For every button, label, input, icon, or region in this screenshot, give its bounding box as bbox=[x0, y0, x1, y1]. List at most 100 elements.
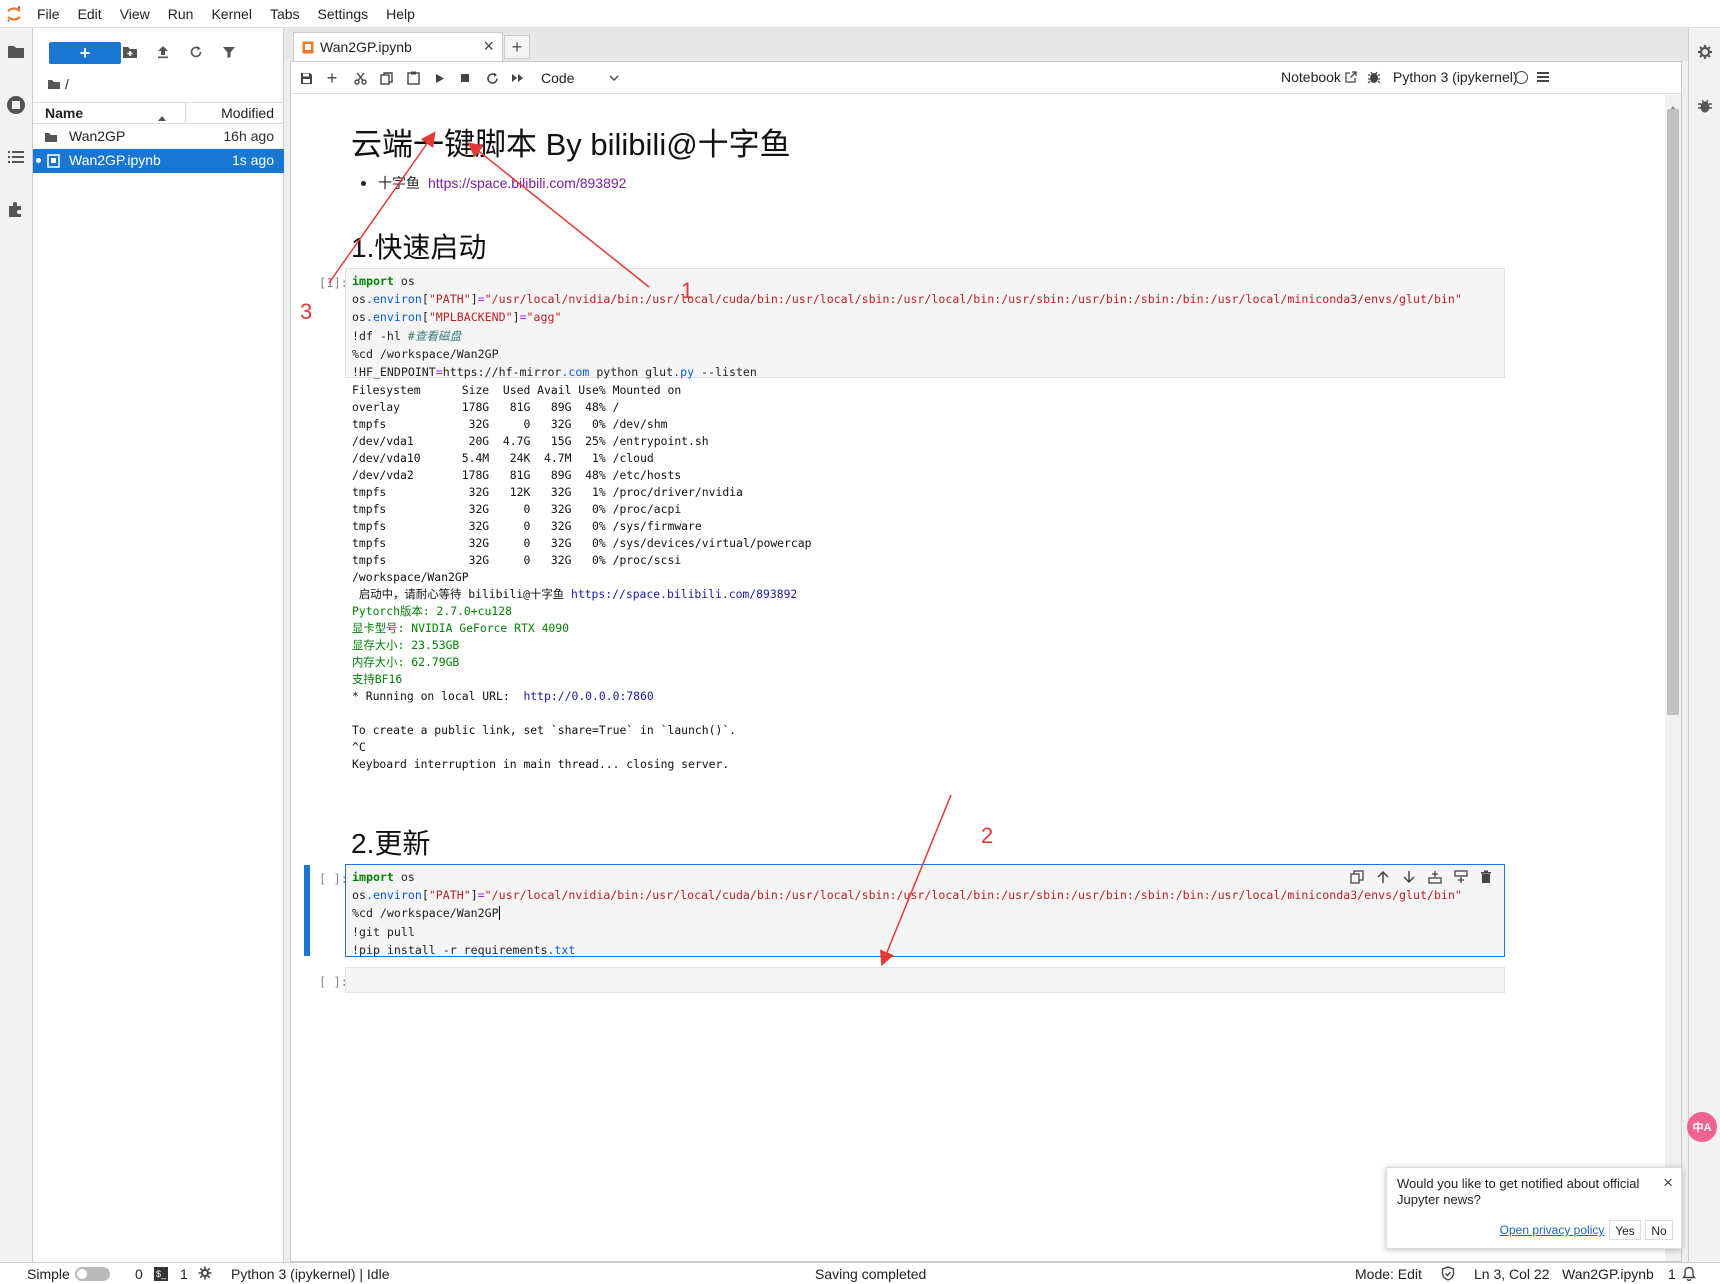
open-notebook-button[interactable]: Notebook bbox=[1281, 69, 1357, 85]
cell-type-select[interactable]: Code bbox=[541, 68, 625, 88]
toast-yes-button[interactable]: Yes bbox=[1609, 1220, 1641, 1240]
property-inspector-icon[interactable] bbox=[1697, 44, 1713, 63]
table-of-contents-icon[interactable] bbox=[5, 146, 27, 168]
insert-cell-icon[interactable]: + bbox=[321, 67, 343, 89]
notebook-label: Notebook bbox=[1281, 69, 1341, 85]
trusted-shield-icon[interactable] bbox=[1441, 1266, 1455, 1284]
debugger-icon[interactable] bbox=[1367, 70, 1381, 87]
status-filename: Wan2GP.ipynb bbox=[1562, 1266, 1654, 1282]
mode-indicator: Mode: Edit bbox=[1355, 1266, 1422, 1282]
annotation-label-2: 2 bbox=[981, 823, 994, 848]
left-sidebar bbox=[0, 28, 33, 1262]
extension-manager-icon[interactable] bbox=[5, 198, 27, 220]
cut-icon[interactable] bbox=[349, 67, 371, 89]
annotation-label-1: 1 bbox=[681, 278, 694, 303]
file-browser: + / Name Modified Wan2GP 16h ago Wan2GP.… bbox=[33, 28, 284, 1262]
arrow-1 bbox=[467, 142, 650, 288]
save-status: Saving completed bbox=[815, 1266, 927, 1282]
menu-edit[interactable]: Edit bbox=[69, 0, 111, 28]
kernel-count[interactable]: 1 bbox=[180, 1265, 188, 1283]
upload-icon[interactable] bbox=[152, 41, 174, 63]
folder-icon bbox=[45, 133, 57, 142]
notification-count[interactable]: 1 bbox=[1668, 1265, 1676, 1283]
running-sessions-icon[interactable] bbox=[5, 94, 27, 116]
notebook-toolbar: + Code Notebook Python 3 (ipykernel) bbox=[291, 62, 1681, 94]
menu-bar: File Edit View Run Kernel Tabs Settings … bbox=[0, 0, 1720, 28]
arrow-2 bbox=[880, 794, 952, 967]
column-modified-header[interactable]: Modified bbox=[221, 105, 274, 121]
terminal-icon: $_ bbox=[154, 1267, 168, 1281]
restart-icon[interactable] bbox=[481, 67, 503, 89]
file-modified: 16h ago bbox=[223, 128, 274, 144]
menu-icon[interactable] bbox=[1537, 70, 1549, 86]
paste-icon[interactable] bbox=[402, 67, 424, 89]
menu-help[interactable]: Help bbox=[377, 0, 424, 28]
scrollbar-thumb[interactable] bbox=[1667, 109, 1679, 715]
interrupt-icon[interactable] bbox=[454, 67, 476, 89]
file-row-wan2gp-folder[interactable]: Wan2GP 16h ago bbox=[33, 125, 284, 149]
tab-wan2gp-notebook[interactable]: Wan2GP.ipynb × bbox=[293, 32, 503, 61]
menu-file[interactable]: File bbox=[28, 0, 69, 28]
file-modified: 1s ago bbox=[231, 152, 274, 168]
toast-no-button[interactable]: No bbox=[1645, 1220, 1673, 1240]
menu-tabs[interactable]: Tabs bbox=[261, 0, 309, 28]
debugger-sidebar-icon[interactable] bbox=[1697, 98, 1713, 117]
menu-run[interactable]: Run bbox=[159, 0, 203, 28]
filter-icon[interactable] bbox=[218, 41, 240, 63]
menu-view[interactable]: View bbox=[111, 0, 159, 28]
add-tab-button[interactable]: + bbox=[504, 35, 530, 59]
privacy-policy-button[interactable]: Open privacy policy bbox=[1499, 1220, 1605, 1240]
notification-toast: Would you like to get notified about off… bbox=[1386, 1167, 1682, 1249]
notebook-icon bbox=[47, 154, 60, 168]
notebook-panel: + Code Notebook Python 3 (ipykernel) 云端一… bbox=[290, 61, 1682, 1262]
arrow-3 bbox=[328, 131, 436, 284]
breadcrumb[interactable]: / bbox=[47, 73, 69, 95]
tab-label: Wan2GP.ipynb bbox=[320, 39, 412, 55]
file-name: Wan2GP.ipynb bbox=[69, 152, 161, 168]
cell-type-value: Code bbox=[541, 70, 575, 86]
new-folder-icon[interactable] bbox=[119, 41, 141, 63]
cursor-position[interactable]: Ln 3, Col 22 bbox=[1474, 1265, 1550, 1283]
file-list-header: Name Modified bbox=[33, 102, 284, 124]
annotation-arrows bbox=[328, 131, 952, 967]
notebook-content: 云端一键脚本 By bilibili@十字鱼 十字鱼 https://space… bbox=[291, 95, 1665, 1261]
close-tab-icon[interactable]: × bbox=[483, 36, 494, 57]
kernel-status[interactable]: Python 3 (ipykernel) | Idle bbox=[231, 1265, 390, 1283]
chevron-down-icon bbox=[609, 75, 619, 81]
file-name: Wan2GP bbox=[69, 128, 126, 144]
kernel-status-icon bbox=[1515, 71, 1528, 84]
external-link-icon bbox=[1345, 71, 1357, 83]
main-area: Wan2GP.ipynb × + + Code Notebook Python … bbox=[284, 28, 1688, 1262]
file-row-wan2gp-notebook[interactable]: Wan2GP.ipynb 1s ago bbox=[33, 149, 284, 173]
simple-mode-toggle[interactable] bbox=[75, 1267, 110, 1281]
jupyter-logo-icon bbox=[0, 0, 28, 28]
refresh-icon[interactable] bbox=[185, 41, 207, 63]
translate-icon[interactable]: 中A bbox=[1687, 1112, 1717, 1142]
toast-message: Would you like to get notified about off… bbox=[1397, 1176, 1640, 1207]
kernel-name-button[interactable]: Python 3 (ipykernel) bbox=[1393, 69, 1518, 85]
menu-kernel[interactable]: Kernel bbox=[202, 0, 260, 28]
new-launcher-button[interactable]: + bbox=[49, 42, 121, 64]
vertical-scrollbar[interactable] bbox=[1665, 95, 1681, 1261]
kernel-gear-icon bbox=[198, 1266, 212, 1283]
notebook-tab-icon bbox=[302, 41, 314, 53]
terminal-count[interactable]: 0 bbox=[135, 1265, 143, 1283]
close-toast-icon[interactable]: × bbox=[1663, 1173, 1673, 1193]
menu-settings[interactable]: Settings bbox=[309, 0, 378, 28]
column-divider bbox=[185, 103, 186, 123]
copy-icon[interactable] bbox=[375, 67, 397, 89]
folder-icon bbox=[48, 80, 60, 89]
breadcrumb-root[interactable]: / bbox=[65, 76, 69, 92]
simple-mode-label: Simple bbox=[27, 1266, 70, 1282]
tab-bar: Wan2GP.ipynb × + bbox=[284, 28, 1688, 61]
restart-run-all-icon[interactable] bbox=[507, 67, 529, 89]
column-name-header[interactable]: Name bbox=[45, 105, 83, 121]
sort-ascending-icon bbox=[157, 109, 167, 125]
right-sidebar: 中A bbox=[1687, 28, 1720, 1262]
save-icon[interactable] bbox=[295, 67, 317, 89]
scroll-up-icon[interactable] bbox=[1669, 98, 1677, 111]
bell-icon[interactable] bbox=[1682, 1266, 1696, 1284]
folder-icon[interactable] bbox=[5, 40, 27, 62]
annotation-label-3: 3 bbox=[300, 299, 313, 324]
run-icon[interactable] bbox=[429, 67, 451, 89]
